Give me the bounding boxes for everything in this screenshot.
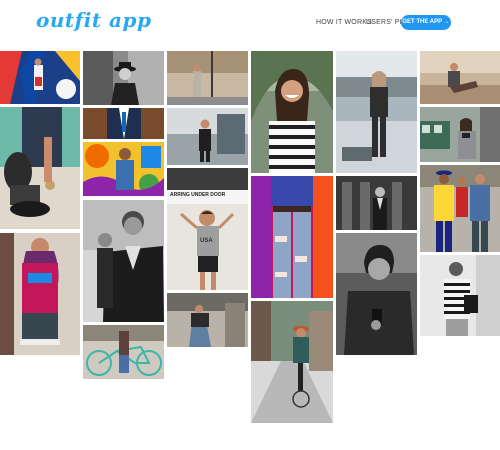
photo-image: [336, 51, 417, 173]
photo-tile-bw-portrait[interactable]: [83, 200, 164, 322]
photo-image: [336, 233, 417, 355]
photo-tile-fedora-man[interactable]: [83, 51, 164, 105]
photo-tile-bw-phone[interactable]: [336, 233, 417, 355]
photo-image: [83, 142, 164, 196]
photo-tile-walking-woman[interactable]: [167, 108, 248, 165]
photo-image: [420, 107, 500, 162]
photo-image: [420, 165, 500, 252]
photo-image: [0, 233, 80, 355]
photo-image: [251, 51, 333, 173]
nav-how-it-works[interactable]: HOW IT WORKS: [316, 19, 372, 26]
photo-tile-geometric-wall[interactable]: [0, 51, 80, 104]
photo-image: [420, 51, 500, 104]
photo-tile-cycling-woman[interactable]: [251, 301, 333, 423]
photo-tile-striped-shirt[interactable]: [420, 255, 500, 336]
shop-sign-text: ARRING UNDER DOOR: [170, 192, 226, 198]
photo-image: [420, 255, 500, 336]
get-the-app-button[interactable]: GET THE APP →: [401, 15, 451, 30]
shirt-text: USA: [200, 238, 213, 244]
photo-tile-lamppost[interactable]: [167, 51, 248, 105]
photo-tile-graffiti-man[interactable]: [83, 142, 164, 196]
photo-image: [83, 200, 164, 322]
photo-tile-suit-man[interactable]: [83, 108, 164, 139]
photo-tile-bicycle[interactable]: [83, 325, 164, 379]
photo-tile-sitting-man[interactable]: [420, 51, 500, 104]
photo-tile-shoe-lace[interactable]: [0, 107, 80, 229]
photo-image: [83, 325, 164, 379]
photo-image: [251, 176, 333, 298]
photo-image: [0, 107, 80, 229]
photo-tile-colorful-dress[interactable]: [0, 233, 80, 355]
photo-tile-ripped-jeans[interactable]: [251, 176, 333, 298]
photo-image: [83, 108, 164, 139]
photo-image: [251, 301, 333, 423]
photo-image: [167, 168, 248, 290]
photo-tile-smiling-woman[interactable]: [251, 51, 333, 173]
photo-image: [167, 51, 248, 105]
photo-tile-street-sitting[interactable]: [167, 293, 248, 347]
photo-image: [167, 293, 248, 347]
photo-tile-usa-shirt[interactable]: ARRING UNDER DOOR USA: [167, 168, 248, 290]
photo-tile-train-camera[interactable]: [420, 107, 500, 162]
photo-tile-rooftop-woman[interactable]: [336, 51, 417, 173]
photo-tile-bw-corridor[interactable]: [336, 176, 417, 230]
site-header: outfit app HOW IT WORKS USERS' PICS GET …: [0, 0, 500, 48]
photo-image: [167, 108, 248, 165]
photo-tile-colorful-suits[interactable]: [420, 165, 500, 252]
photo-image: [83, 51, 164, 105]
logo[interactable]: outfit app: [36, 8, 151, 32]
photo-image: [0, 51, 80, 104]
photo-image: [336, 176, 417, 230]
